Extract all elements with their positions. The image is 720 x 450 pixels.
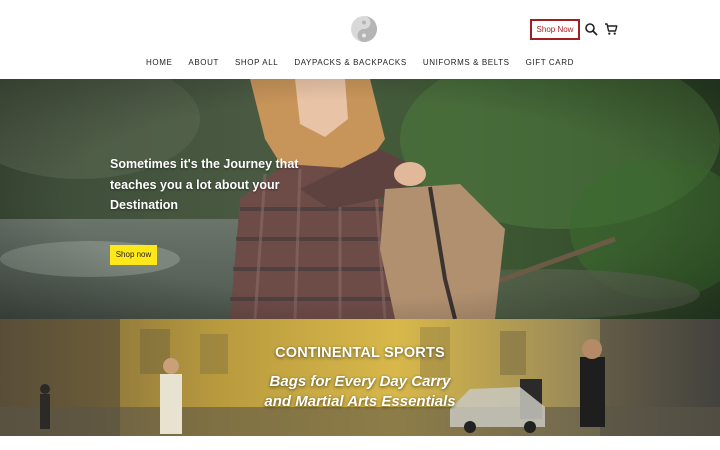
hero-headline: Sometimes it's the Journey that teaches … [110,154,320,216]
hero-section: Sometimes it's the Journey that teaches … [0,79,720,319]
hero-shop-now-button[interactable]: Shop now [110,245,157,265]
nav-item-about[interactable]: ABOUT [188,56,219,70]
main-navigation: HOME ABOUT SHOP ALL DAYPACKS & BACKPACKS… [0,56,720,70]
search-icon[interactable] [584,22,598,36]
nav-item-gift-card[interactable]: GIFT CARD [526,56,574,70]
shop-now-button[interactable]: Shop Now [530,19,580,40]
cart-icon[interactable] [604,22,618,36]
hero-headline-line-2: teaches you a lot about your [110,177,280,192]
hero-headline-line-3: Destination [110,198,179,212]
nav-item-home[interactable]: HOME [146,56,172,70]
hero-background-image [0,79,720,319]
banner-title: CONTINENTAL SPORTS [275,345,445,361]
nav-item-daypacks-backpacks[interactable]: DAYPACKS & BACKPACKS [294,56,406,70]
nav-item-shop-all[interactable]: SHOP ALL [235,56,278,70]
yin-yang-logo[interactable] [350,12,378,46]
nav-item-uniforms-belts[interactable]: UNIFORMS & BELTS [423,56,510,70]
hero-headline-line-1: Sometimes it's the Journey that [110,157,299,171]
site-header: Shop Now HOME ABOUT SHOP ALL DAYPACKS & … [0,0,720,79]
banner-subtitle-line-1: Bags for Every Day Carry [269,373,451,390]
banner-subtitle-line-2: and Martial Arts Essentials [264,393,456,410]
